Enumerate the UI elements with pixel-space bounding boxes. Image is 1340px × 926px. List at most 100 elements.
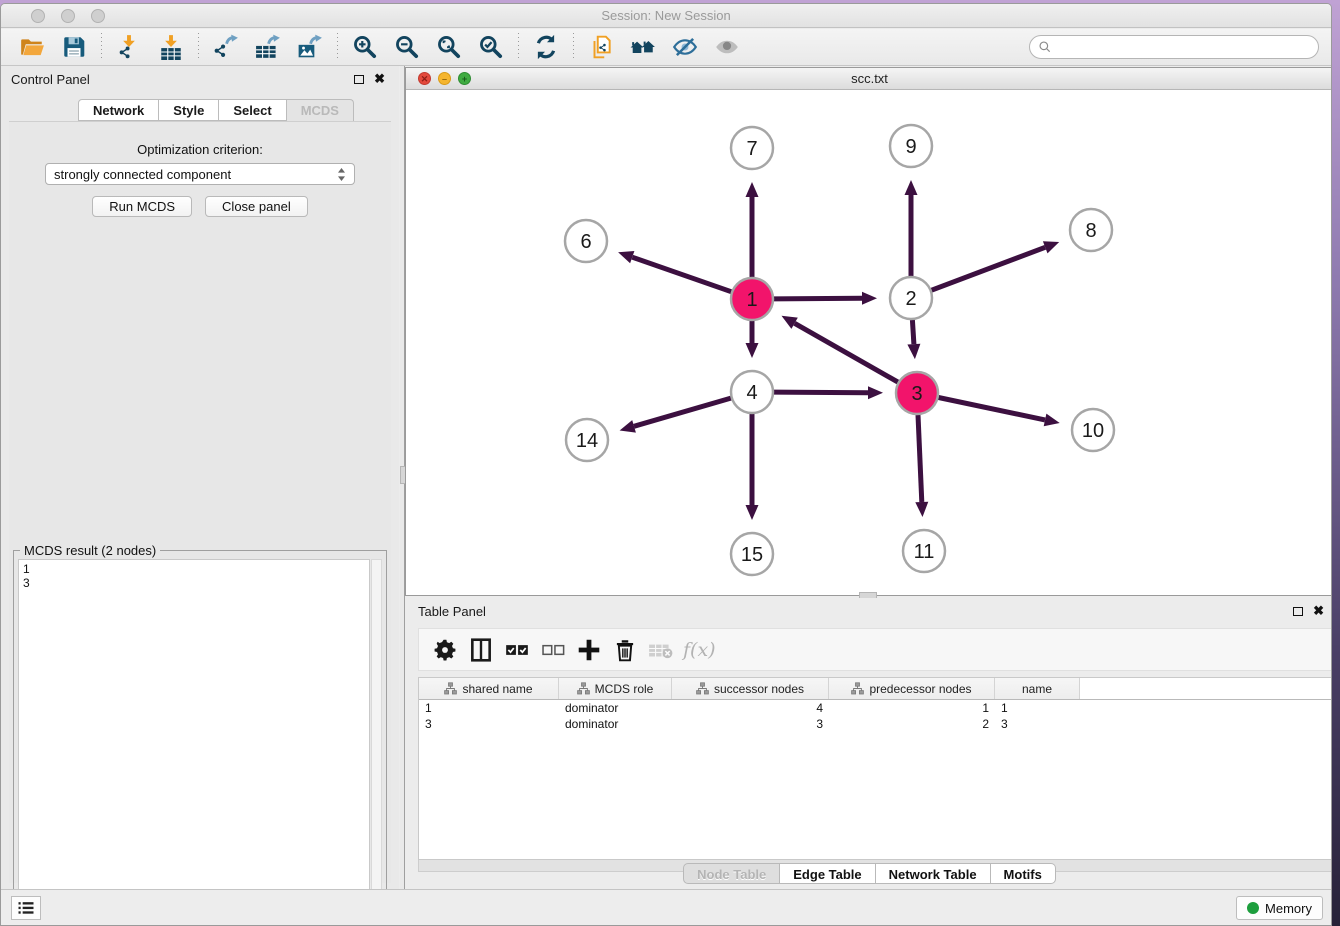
tab-style[interactable]: Style <box>159 99 219 121</box>
graph-node-3[interactable]: 3 <box>896 372 938 414</box>
column-header-MCDS-role[interactable]: MCDS role <box>559 678 672 699</box>
zoom-out-button[interactable] <box>390 32 424 62</box>
network-frame-titlebar[interactable]: ✕ – + scc.txt <box>406 68 1332 90</box>
save-session-button[interactable] <box>57 32 91 62</box>
memory-button[interactable]: Memory <box>1236 896 1323 920</box>
table-options-button[interactable] <box>427 633 463 667</box>
export-image-button[interactable] <box>293 32 327 62</box>
float-panel-icon[interactable] <box>354 75 364 84</box>
function-builder-button[interactable]: f(x) <box>683 639 716 661</box>
import-network-button[interactable] <box>112 32 146 62</box>
graph-node-8[interactable]: 8 <box>1070 209 1112 251</box>
eye-icon <box>714 34 740 60</box>
toolbar-separator <box>198 33 199 61</box>
tab-node-table[interactable]: Node Table <box>683 863 780 884</box>
delete-table-button[interactable] <box>643 633 679 667</box>
search-input[interactable] <box>1057 40 1310 54</box>
export-table-button[interactable] <box>251 32 285 62</box>
svg-text:8: 8 <box>1085 220 1096 242</box>
graph-node-9[interactable]: 9 <box>890 125 932 167</box>
network-canvas[interactable]: 7 9 6 8 1 2 4 3 14 10 15 11 <box>406 90 1332 595</box>
result-scrollbar[interactable] <box>371 559 382 925</box>
column-tree-icon <box>444 682 457 695</box>
zoom-out-icon <box>394 34 420 60</box>
graph-node-2[interactable]: 2 <box>890 277 932 319</box>
delete-column-button[interactable] <box>607 633 643 667</box>
column-header-name[interactable]: name <box>995 678 1080 699</box>
export-network-icon <box>213 34 239 60</box>
svg-text:6: 6 <box>580 231 591 253</box>
open-session-button[interactable] <box>15 32 49 62</box>
table-toolbar: f(x) <box>418 628 1332 671</box>
run-mcds-button[interactable]: Run MCDS <box>92 196 192 217</box>
select-all-button[interactable] <box>499 633 535 667</box>
apply-layout-button[interactable] <box>529 32 563 62</box>
toolbar-separator <box>101 33 102 61</box>
first-neighbors-button[interactable] <box>626 32 660 62</box>
column-tree-icon <box>577 682 590 695</box>
svg-text:9: 9 <box>905 136 916 158</box>
float-table-panel-icon[interactable] <box>1293 607 1303 616</box>
zoom-in-button[interactable] <box>348 32 382 62</box>
graph-node-14[interactable]: 14 <box>566 419 608 461</box>
table-panel-title: Table Panel <box>418 604 486 619</box>
close-table-panel-icon[interactable]: ✖ <box>1313 606 1324 616</box>
search-icon <box>1038 40 1052 54</box>
tab-select[interactable]: Select <box>219 99 286 121</box>
hide-selected-button[interactable] <box>668 32 702 62</box>
control-panel-tabs: NetworkStyleSelectMCDS <box>78 99 354 121</box>
tab-motifs[interactable]: Motifs <box>991 863 1056 884</box>
mcds-result-list[interactable]: 1 3 <box>18 559 370 925</box>
add-column-button[interactable] <box>571 633 607 667</box>
graph-node-7[interactable]: 7 <box>731 127 773 169</box>
memory-status-icon <box>1247 902 1259 914</box>
clone-network-button[interactable] <box>584 32 618 62</box>
tab-edge-table[interactable]: Edge Table <box>780 863 875 884</box>
column-header-shared-name[interactable]: shared name <box>419 678 559 699</box>
mcds-tab-content: Optimization criterion: strongly connect… <box>9 121 391 883</box>
criterion-select[interactable]: strongly connected component <box>45 163 355 185</box>
graph-node-11[interactable]: 11 <box>903 530 945 572</box>
tab-network[interactable]: Network <box>78 99 159 121</box>
graph-node-15[interactable]: 15 <box>731 533 773 575</box>
column-header-predecessor-nodes[interactable]: predecessor nodes <box>829 678 995 699</box>
mcds-result-title: MCDS result (2 nodes) <box>20 543 160 558</box>
tab-network-table[interactable]: Network Table <box>876 863 991 884</box>
export-network-button[interactable] <box>209 32 243 62</box>
show-all-button[interactable] <box>710 32 744 62</box>
toolbar-separator <box>518 33 519 61</box>
export-table-icon <box>255 34 281 60</box>
unselect-all-icon <box>540 637 566 663</box>
cell-MCDS-role: dominator <box>559 716 672 732</box>
task-history-button[interactable] <box>11 896 41 920</box>
gear-icon <box>432 637 458 663</box>
graph-node-6[interactable]: 6 <box>565 220 607 262</box>
cell-successor-nodes: 3 <box>672 716 829 732</box>
zoom-fit-button[interactable] <box>432 32 466 62</box>
cell-shared-name: 1 <box>419 700 559 716</box>
graph-node-10[interactable]: 10 <box>1072 409 1114 451</box>
select-arrows-icon <box>337 167 346 182</box>
unselect-all-button[interactable] <box>535 633 571 667</box>
zoom-selected-button[interactable] <box>474 32 508 62</box>
show-columns-button[interactable] <box>463 633 499 667</box>
toolbar-separator <box>573 33 574 61</box>
import-table-button[interactable] <box>154 32 188 62</box>
close-panel-button[interactable]: Close panel <box>205 196 308 217</box>
column-tree-icon <box>851 682 864 695</box>
close-panel-icon[interactable]: ✖ <box>374 74 385 84</box>
table-row[interactable]: 1dominator411 <box>419 700 1332 716</box>
cell-predecessor-nodes: 1 <box>829 700 995 716</box>
svg-text:10: 10 <box>1082 420 1104 442</box>
tab-mcds[interactable]: MCDS <box>287 99 354 121</box>
column-header-successor-nodes[interactable]: successor nodes <box>672 678 829 699</box>
network-view-frame: ✕ – + scc.txt 7 9 6 8 1 2 4 3 14 10 15 11 <box>405 67 1332 596</box>
search-field[interactable] <box>1029 35 1319 59</box>
node-table: shared nameMCDS rolesuccessor nodesprede… <box>418 677 1332 860</box>
window-title: Session: New Session <box>1 8 1331 23</box>
graph-node-1[interactable]: 1 <box>731 278 773 320</box>
open-folder-icon <box>19 34 45 60</box>
table-row[interactable]: 3dominator323 <box>419 716 1332 732</box>
graph-node-4[interactable]: 4 <box>731 371 773 413</box>
save-floppy-icon <box>61 34 87 60</box>
